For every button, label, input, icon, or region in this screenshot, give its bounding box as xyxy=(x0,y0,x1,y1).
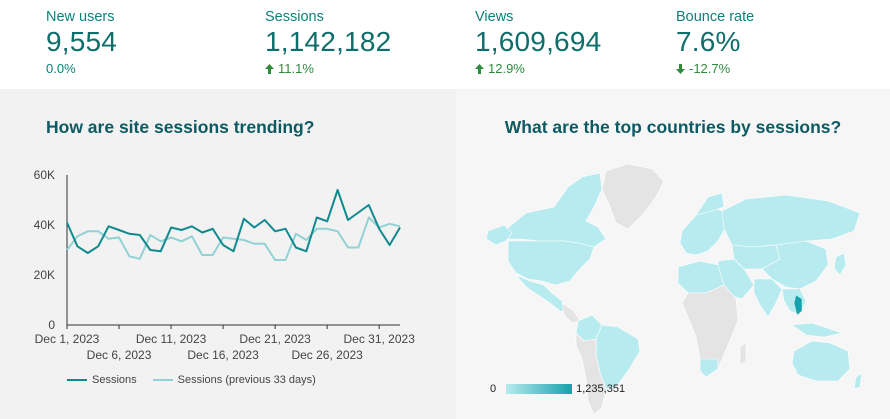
map-region-madagascar[interactable] xyxy=(739,342,747,366)
kpi-sessions[interactable]: Sessions 1,142,182 11.1% xyxy=(265,0,465,89)
y-tick-label: 60K xyxy=(34,168,55,182)
map-region-southeast-asia[interactable] xyxy=(781,288,807,316)
world-map[interactable] xyxy=(456,89,890,419)
kpi-label: Sessions xyxy=(265,9,324,25)
legend-swatch xyxy=(67,379,87,381)
chart-legend: Sessions Sessions (previous 33 days) xyxy=(67,374,332,386)
kpi-delta-text: 12.9% xyxy=(488,61,525,76)
x-tick-label: Dec 6, 2023 xyxy=(87,348,152,362)
map-region-canada[interactable] xyxy=(503,172,607,248)
kpi-new-users[interactable]: New users 9,554 0.0% xyxy=(46,0,246,89)
x-tick-label: Dec 11, 2023 xyxy=(136,332,207,346)
kpi-value: 1,609,694 xyxy=(475,26,602,57)
x-tick-label: Dec 1, 2023 xyxy=(35,332,100,346)
map-region-greenland[interactable] xyxy=(601,163,665,230)
kpi-label: Bounce rate xyxy=(676,9,755,25)
kpi-delta: 12.9% xyxy=(475,61,525,76)
kpi-value: 1,142,182 xyxy=(265,26,392,57)
map-region-russia[interactable] xyxy=(721,194,861,248)
map-region-australia[interactable] xyxy=(791,340,851,382)
sessions-line-chart[interactable]: 0 20K 40K 60K Dec 1, 2023 Dec 6, 2023 Dec 11, … xyxy=(0,89,456,419)
sessions-trend-panel: How are site sessions trending? 0 20K 40K 6… xyxy=(0,89,456,419)
y-tick-label: 40K xyxy=(34,218,55,232)
legend-item-previous[interactable]: Sessions (previous 33 days) xyxy=(152,374,316,386)
kpi-bounce-rate[interactable]: Bounce rate 7.6% -12.7% xyxy=(676,0,876,89)
y-tick-label: 20K xyxy=(34,268,55,282)
map-region-central-america[interactable] xyxy=(561,302,581,324)
kpi-views[interactable]: Views 1,609,694 12.9% xyxy=(475,0,675,89)
scale-gradient xyxy=(506,384,573,394)
map-region-indonesia[interactable] xyxy=(791,322,844,338)
map-color-scale: 0 1,235,351 xyxy=(490,383,625,395)
kpi-label: New users xyxy=(46,9,115,25)
x-tick-label: Dec 21, 2023 xyxy=(239,332,311,346)
legend-label: Sessions xyxy=(92,374,137,386)
kpi-delta: 0.0% xyxy=(46,61,76,76)
kpi-delta: 11.1% xyxy=(265,61,314,76)
kpi-value: 7.6% xyxy=(676,26,741,57)
series-sessions-line[interactable] xyxy=(66,189,401,254)
arrow-up-icon xyxy=(475,63,484,74)
scale-min-label: 0 xyxy=(490,383,497,395)
map-region-japan[interactable] xyxy=(833,252,847,276)
legend-label: Sessions (previous 33 days) xyxy=(177,374,316,386)
legend-swatch xyxy=(152,379,173,381)
legend-item-sessions[interactable]: Sessions xyxy=(67,374,137,386)
kpi-strip: New users 9,554 0.0% Sessions 1,142,182 … xyxy=(0,0,890,89)
kpi-delta: -12.7% xyxy=(676,61,730,76)
x-tick-label: Dec 26, 2023 xyxy=(291,348,363,362)
map-region-new-zealand[interactable] xyxy=(853,372,863,390)
scale-max-label: 1,235,351 xyxy=(576,383,626,395)
map-region-india[interactable] xyxy=(753,278,783,318)
kpi-label: Views xyxy=(475,9,514,25)
countries-map-panel: What are the top countries by sessions? xyxy=(456,89,890,419)
kpi-delta-text: 0.0% xyxy=(46,61,76,76)
x-tick-label: Dec 16, 2023 xyxy=(187,348,259,362)
arrow-down-icon xyxy=(676,63,685,74)
arrow-up-icon xyxy=(265,63,274,74)
y-tick-label: 0 xyxy=(48,318,55,332)
series-previous-line[interactable] xyxy=(66,216,401,261)
kpi-delta-text: -12.7% xyxy=(689,61,731,76)
map-region-south-africa[interactable] xyxy=(699,358,719,378)
kpi-value: 9,554 xyxy=(46,26,118,57)
kpi-delta-text: 11.1% xyxy=(278,61,314,76)
x-tick-label: Dec 31, 2023 xyxy=(343,332,415,346)
